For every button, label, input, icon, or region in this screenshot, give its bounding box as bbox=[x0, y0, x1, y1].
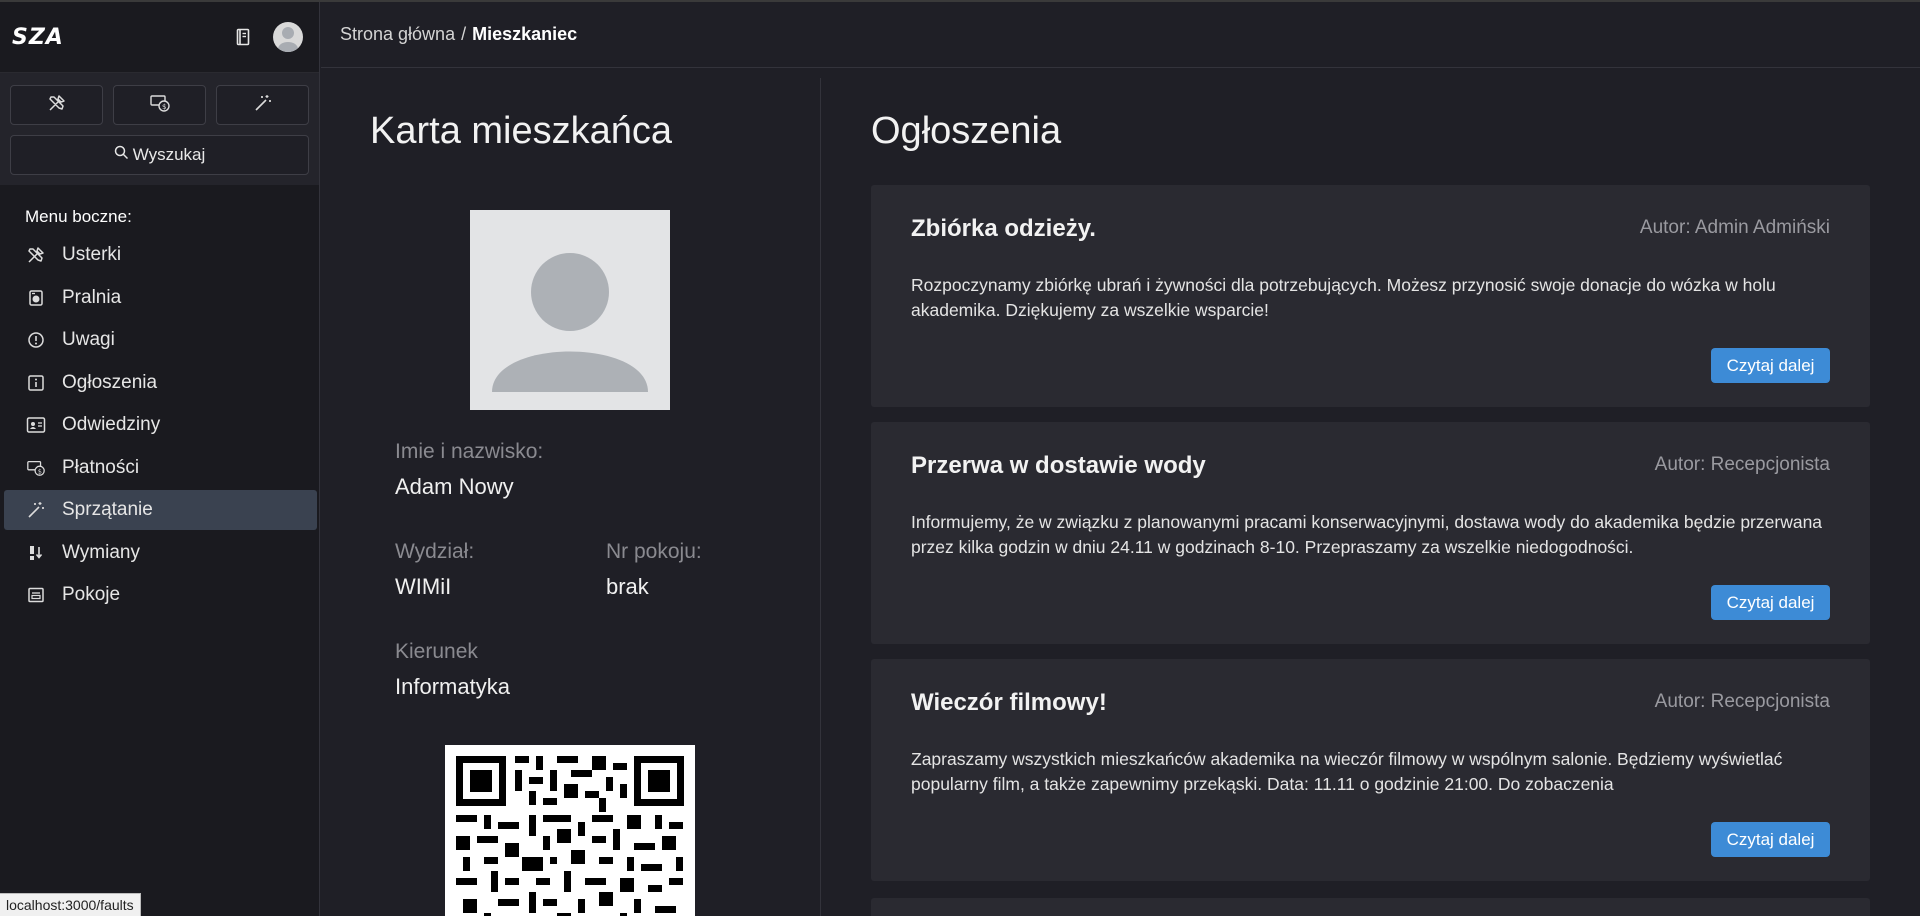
tools-icon bbox=[47, 93, 67, 118]
magic-wand-icon bbox=[253, 93, 273, 118]
announcement-card: Przerwa w dostawie wody Autor: Recepcjon… bbox=[871, 422, 1870, 644]
announcements-title: Ogłoszenia bbox=[871, 110, 1062, 152]
sidebar-item-label: Pokoje bbox=[62, 584, 121, 605]
exchange-icon bbox=[26, 543, 46, 563]
announcement-title: Wieczór filmowy! bbox=[911, 689, 1107, 716]
sidebar-item-odwiedziny[interactable]: Odwiedziny bbox=[4, 405, 317, 445]
room-icon bbox=[26, 585, 46, 605]
menu-heading: Menu boczne: bbox=[25, 207, 132, 226]
breadcrumb-current: Mieszkaniec bbox=[472, 24, 578, 44]
sidebar-item-sprzatanie[interactable]: Sprzątanie bbox=[4, 490, 317, 530]
faculty-value: WIMiI bbox=[395, 574, 452, 599]
tools-icon bbox=[26, 245, 46, 265]
resident-photo bbox=[470, 210, 670, 410]
breadcrumb-separator: / bbox=[461, 24, 467, 44]
info-square-icon bbox=[26, 373, 46, 393]
read-more-button[interactable]: Czytaj dalej bbox=[1711, 822, 1830, 857]
announcement-body: Informujemy, że w związku z planowanymi … bbox=[911, 512, 1823, 557]
announcement-title: Przerwa w dostawie wody bbox=[911, 452, 1206, 479]
exclamation-circle-icon bbox=[26, 330, 46, 350]
sidebar-item-pokoje[interactable]: Pokoje bbox=[4, 575, 317, 615]
sidebar-item-label: Sprzątanie bbox=[62, 499, 153, 520]
cash-coin-icon: $ bbox=[26, 458, 46, 478]
search-label: Wyszukaj bbox=[132, 145, 206, 164]
app-logo[interactable]: SZA bbox=[12, 25, 64, 50]
magic-wand-icon bbox=[26, 500, 46, 520]
sidebar-item-label: Odwiedziny bbox=[62, 414, 161, 435]
breadcrumb-home-link[interactable]: Strona główna bbox=[340, 24, 455, 45]
breadcrumb: Strona główna / Mieszkaniec bbox=[321, 2, 1920, 68]
page-title: Karta mieszkańca bbox=[370, 110, 673, 152]
sidebar-item-label: Uwagi bbox=[62, 329, 115, 350]
sidebar-item-wymiany[interactable]: Wymiany bbox=[4, 533, 317, 573]
journal-icon[interactable] bbox=[235, 28, 251, 46]
quick-payments-button[interactable]: $ bbox=[113, 85, 206, 125]
announcement-card: Zbiórka odzieży. Autor: Admin Admiński R… bbox=[871, 185, 1870, 407]
name-value: Adam Nowy bbox=[395, 474, 514, 499]
washing-machine-icon bbox=[26, 288, 46, 308]
room-value: brak bbox=[606, 574, 649, 599]
quick-faults-button[interactable] bbox=[10, 85, 103, 125]
announcements-panel: Ogłoszenia Zbiórka odzieży. Autor: Admin… bbox=[871, 78, 1871, 916]
sidebar-item-label: Usterki bbox=[62, 244, 122, 265]
read-more-button[interactable]: Czytaj dalej bbox=[1711, 348, 1830, 383]
cash-coin-icon: $ bbox=[149, 93, 171, 118]
user-avatar[interactable] bbox=[273, 22, 303, 52]
sidebar: SZA $ Wyszukaj Menu boczne: Usterki Pral… bbox=[0, 2, 320, 916]
sidebar-top: SZA bbox=[0, 2, 319, 72]
sidebar-item-pralnia[interactable]: Pralnia bbox=[4, 278, 317, 318]
quick-cleaning-button[interactable] bbox=[216, 85, 309, 125]
search-icon bbox=[114, 145, 129, 165]
faculty-label: Wydział: bbox=[395, 540, 475, 563]
sidebar-item-ogloszenia[interactable]: Ogłoszenia bbox=[4, 363, 317, 403]
sidebar-item-label: Pralnia bbox=[62, 286, 122, 308]
status-bar-url: localhost:3000/faults bbox=[0, 893, 141, 916]
person-card-icon bbox=[26, 415, 46, 435]
announcement-title: Zbiórka odzieży. bbox=[911, 215, 1096, 242]
svg-text:$: $ bbox=[162, 103, 166, 111]
major-value: Informatyka bbox=[395, 674, 510, 699]
sidebar-item-platnosci[interactable]: $ Płatności bbox=[4, 448, 317, 488]
announcement-body: Rozpoczynamy zbiórkę ubrań i żywności dl… bbox=[911, 275, 1776, 320]
search-button[interactable]: Wyszukaj bbox=[10, 135, 309, 175]
announcement-author: Autor: Admin Admiński bbox=[1639, 217, 1830, 238]
announcement-author: Autor: Recepcjonista bbox=[1654, 691, 1830, 712]
read-more-button[interactable]: Czytaj dalej bbox=[1711, 585, 1830, 620]
announcement-body: Zapraszamy wszystkich mieszkańców akadem… bbox=[911, 749, 1783, 794]
major-label: Kierunek bbox=[395, 640, 478, 663]
sidebar-actions: $ Wyszukaj bbox=[0, 72, 319, 185]
sidebar-item-usterki[interactable]: Usterki bbox=[4, 235, 317, 275]
announcement-card-partial bbox=[871, 898, 1870, 916]
sidebar-item-uwagi[interactable]: Uwagi bbox=[4, 320, 317, 360]
sidebar-item-label: Płatności bbox=[62, 456, 140, 478]
sidebar-item-label: Ogłoszenia bbox=[62, 371, 158, 393]
name-label: Imie i nazwisko: bbox=[395, 440, 544, 463]
resident-card: Karta mieszkańca Imie i nazwisko: Adam N… bbox=[321, 78, 821, 916]
announcement-author: Autor: Recepcjonista bbox=[1654, 454, 1830, 475]
room-label: Nr pokoju: bbox=[606, 540, 702, 563]
qr-code bbox=[445, 745, 695, 916]
svg-text:$: $ bbox=[38, 468, 42, 475]
sidebar-menu: Usterki Pralnia Uwagi Ogłoszenia Odwiedz… bbox=[0, 235, 319, 615]
sidebar-item-label: Wymiany bbox=[62, 541, 140, 563]
announcement-card: Wieczór filmowy! Autor: Recepcjonista Za… bbox=[871, 659, 1870, 881]
